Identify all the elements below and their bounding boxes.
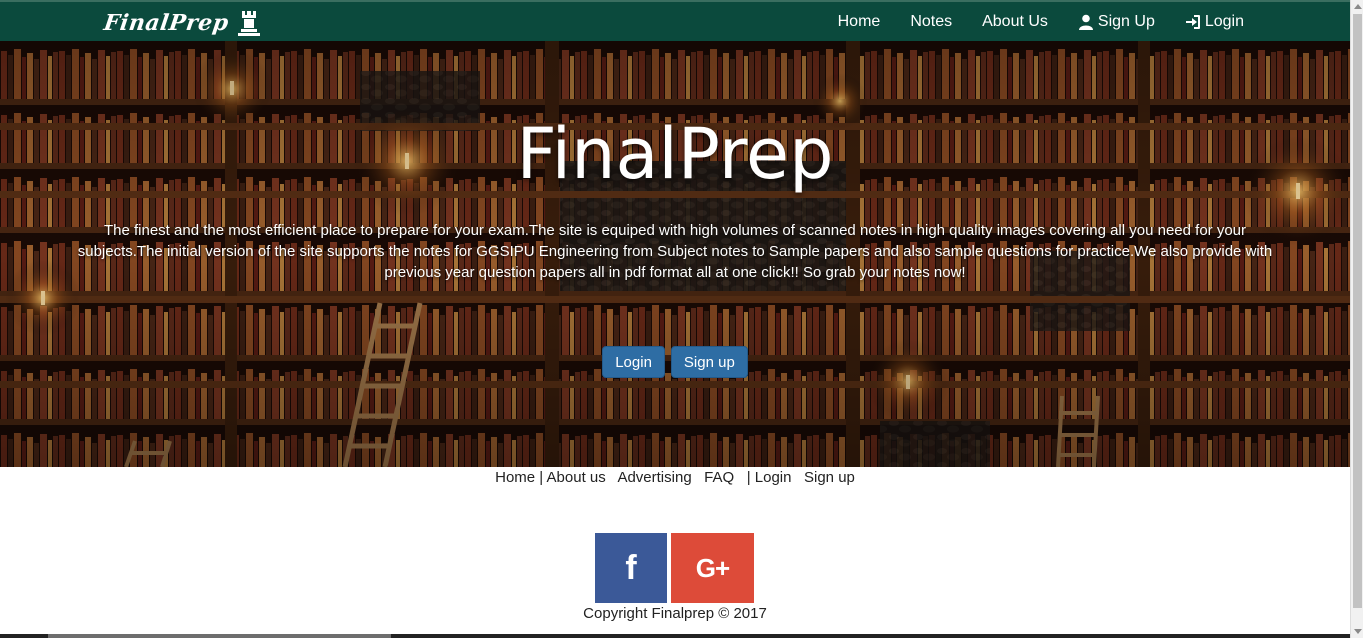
footer-advertising-link[interactable]: Advertising: [617, 469, 691, 486]
nav-about-label: About Us: [982, 12, 1048, 30]
nav-menu: Home Notes About Us Sign Up Login: [838, 2, 1244, 41]
nav-notes-label: Notes: [910, 12, 953, 30]
nav-home-label: Home: [837, 12, 881, 30]
footer-separator: |: [535, 469, 547, 486]
horizontal-scrollbar-thumb[interactable]: [48, 634, 391, 638]
footer-home-link[interactable]: Home: [495, 469, 535, 486]
hero-button-group: Login Sign up: [0, 346, 1350, 378]
hero-login-button[interactable]: Login: [602, 346, 665, 378]
nav-signup-label: Sign Up: [1097, 12, 1155, 30]
google-plus-icon: G+: [695, 552, 730, 583]
nav-home-link[interactable]: Home: [838, 13, 881, 31]
hero-signup-button[interactable]: Sign up: [670, 346, 748, 378]
nav-login-label: Login: [1204, 12, 1244, 30]
footer-login-link[interactable]: Login: [755, 469, 792, 486]
login-icon: [1185, 14, 1200, 29]
hero-section: FinalPrep The finest and the most effici…: [0, 41, 1350, 467]
facebook-button[interactable]: f: [595, 533, 667, 603]
google-plus-button[interactable]: G+: [671, 533, 754, 603]
nav-notes-link[interactable]: Notes: [910, 13, 952, 31]
social-buttons: f G+: [595, 533, 754, 603]
footer-faq-link[interactable]: FAQ: [704, 469, 734, 486]
scrollbar-track-right: [391, 634, 1350, 638]
nav-about-link[interactable]: About Us: [982, 13, 1048, 31]
brand-name: FinalPrep: [102, 10, 231, 36]
scroll-down-arrow-icon[interactable]: [1354, 629, 1362, 634]
nav-signup-link[interactable]: Sign Up: [1078, 13, 1155, 31]
horizontal-scrollbar[interactable]: [0, 634, 1350, 638]
scroll-up-arrow-icon[interactable]: [1354, 4, 1362, 9]
facebook-icon: f: [625, 548, 637, 587]
brand-logo[interactable]: FinalPrep: [102, 7, 263, 39]
hero-description: The finest and the most efficient place …: [77, 222, 1273, 281]
footer-separator: |: [746, 469, 755, 486]
vertical-scrollbar[interactable]: [1350, 0, 1363, 638]
user-icon: [1078, 14, 1093, 30]
top-navbar: FinalPrep Home Notes About Us Sign Up Lo…: [0, 0, 1350, 41]
footer-signup-link[interactable]: Sign up: [804, 469, 855, 486]
copyright-text: Copyright Finalprep © 2017: [583, 605, 767, 622]
scrollbar-thumb[interactable]: [1353, 14, 1362, 608]
scrollbar-track-left: [0, 634, 48, 638]
footer-links: Home | About us Advertising FAQ | Login …: [0, 469, 1350, 486]
chess-rook-icon: [237, 11, 260, 36]
footer-about-link[interactable]: About us: [547, 469, 606, 486]
hero-title: FinalPrep: [516, 113, 834, 195]
nav-login-link[interactable]: Login: [1185, 13, 1244, 31]
